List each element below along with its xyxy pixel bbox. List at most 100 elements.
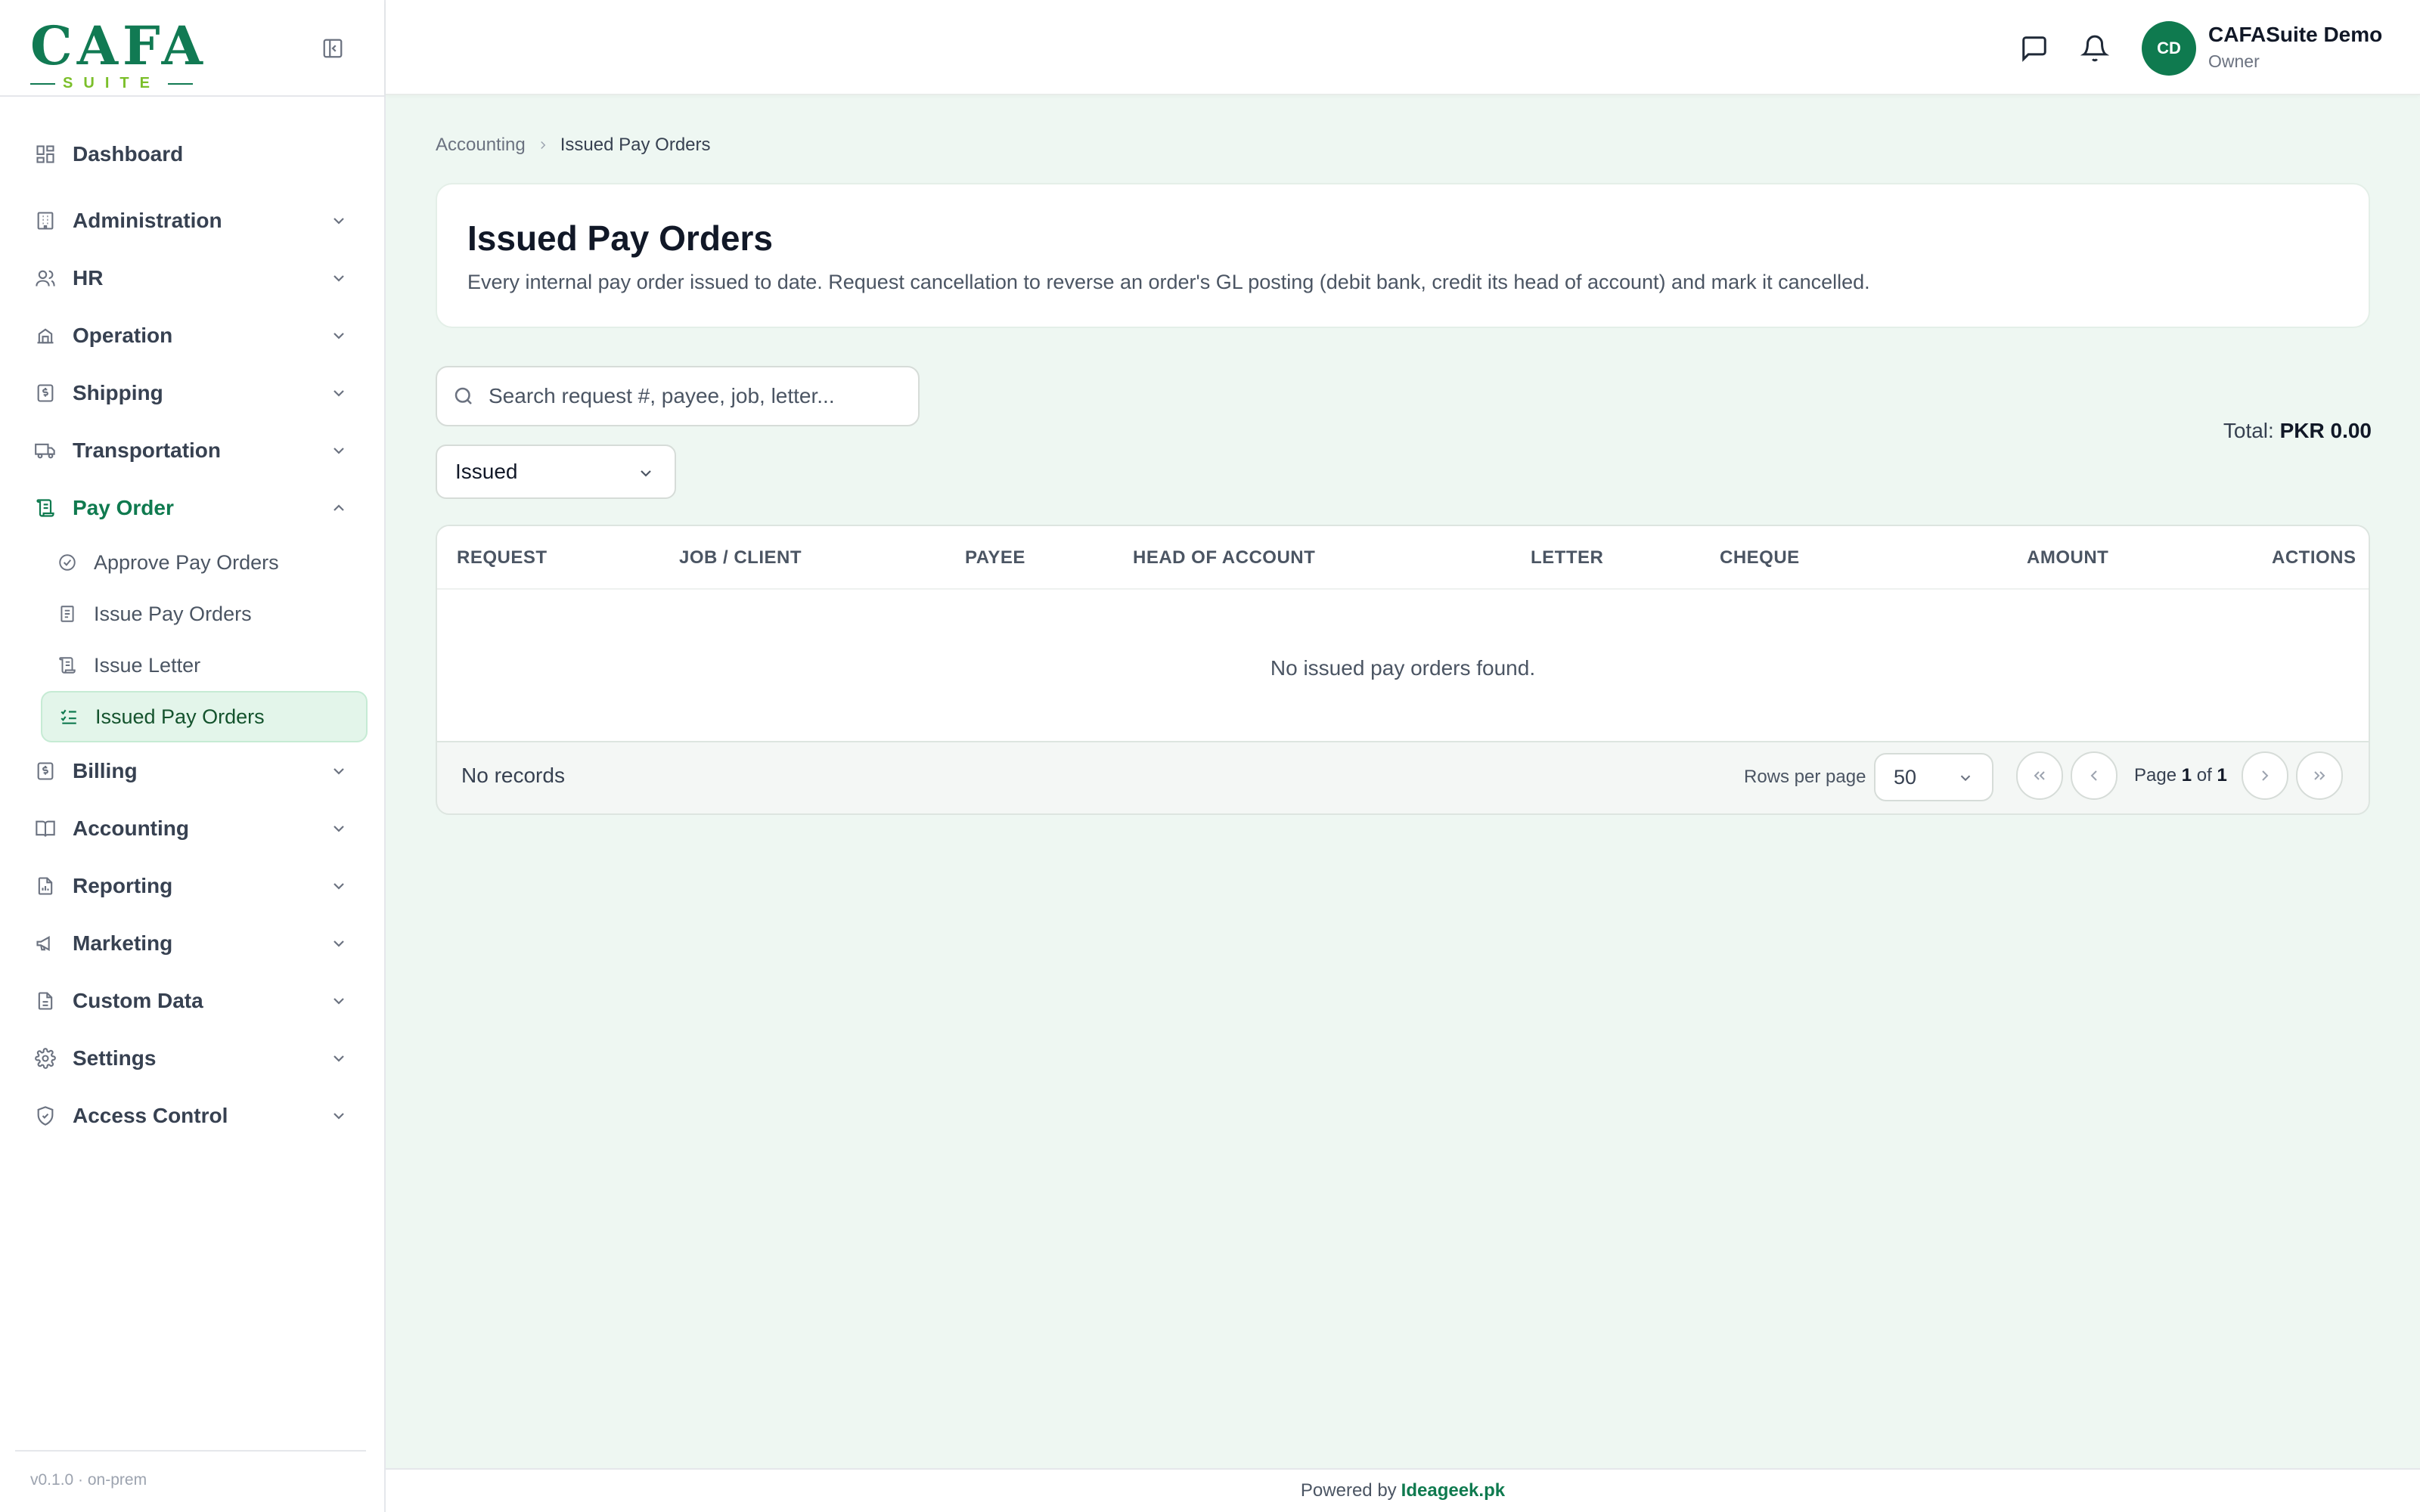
first-page-button[interactable] xyxy=(2016,751,2063,800)
gear-icon xyxy=(33,1046,57,1070)
status-filter-select[interactable]: Issued xyxy=(436,445,676,499)
sidebar-item-accounting[interactable]: Accounting xyxy=(0,800,384,857)
table-header-row: REQUEST JOB / CLIENT PAYEE HEAD OF ACCOU… xyxy=(437,526,2369,590)
chevron-down-icon xyxy=(334,448,344,454)
footer-prefix: Powered by xyxy=(1300,1480,1397,1501)
column-header-request[interactable]: REQUEST xyxy=(457,547,548,569)
chevron-down-icon xyxy=(334,1113,344,1120)
rows-per-page-label: Rows per page xyxy=(1744,767,1866,787)
sidebar-item-label: Operation xyxy=(73,324,173,347)
breadcrumb-current: Issued Pay Orders xyxy=(560,135,711,155)
page-description: Every internal pay order issued to date.… xyxy=(467,271,1870,293)
logo-text: CAFA xyxy=(30,14,207,77)
user-name[interactable]: CAFASuite Demo xyxy=(2208,23,2382,47)
breadcrumb-accounting-link[interactable]: Accounting xyxy=(436,135,526,156)
sidebar-subitem-issue-letter[interactable]: Issue Letter xyxy=(41,640,368,691)
search-box[interactable] xyxy=(436,366,920,426)
ideageek-link[interactable]: Ideageek.pk xyxy=(1401,1480,1505,1501)
sidebar-item-label: Billing xyxy=(73,759,138,782)
sidebar-subitem-label: Approve Pay Orders xyxy=(94,550,279,574)
chevron-down-icon xyxy=(334,218,344,225)
sidebar-item-shipping[interactable]: Shipping xyxy=(0,364,384,422)
sidebar-item-label: Marketing xyxy=(73,931,173,955)
sidebar-item-access-control[interactable]: Access Control xyxy=(0,1087,384,1145)
panel-left-icon xyxy=(323,39,343,58)
sidebar-item-label: Reporting xyxy=(73,874,173,897)
sidebar-subitem-approve-pay-orders[interactable]: Approve Pay Orders xyxy=(41,537,368,588)
sidebar-subitem-issue-pay-orders[interactable]: Issue Pay Orders xyxy=(41,588,368,640)
sidebar-item-label: Administration xyxy=(73,209,222,232)
sidebar-item-label: Accounting xyxy=(73,816,189,840)
messages-button[interactable] xyxy=(2019,33,2049,64)
sidebar-subitem-label: Issue Pay Orders xyxy=(94,602,252,625)
sidebar-item-marketing[interactable]: Marketing xyxy=(0,915,384,972)
sidebar-item-hr[interactable]: HR xyxy=(0,249,384,307)
message-square-icon xyxy=(2022,36,2046,62)
list-checks-icon xyxy=(59,707,79,727)
sidebar-item-administration[interactable]: Administration xyxy=(0,192,384,249)
chevron-left-icon xyxy=(2090,770,2097,781)
next-page-button[interactable] xyxy=(2242,751,2288,800)
sidebar-item-settings[interactable]: Settings xyxy=(0,1030,384,1087)
search-input[interactable] xyxy=(489,384,912,408)
topbar: CD CAFASuite Demo Owner xyxy=(386,0,2420,95)
main-content: Accounting Issued Pay Orders Issued Pay … xyxy=(386,95,2420,1468)
sidebar-subitem-label: Issue Letter xyxy=(94,653,201,677)
file-text-icon xyxy=(57,604,77,624)
logo-subtext: SUITE xyxy=(30,75,193,92)
chevron-down-icon xyxy=(334,883,344,890)
sidebar-subitem-issued-pay-orders[interactable]: Issued Pay Orders xyxy=(41,691,368,742)
truck-icon xyxy=(33,438,57,463)
brand-header: CAFA SUITE xyxy=(0,0,384,97)
current-page: 1 xyxy=(2181,765,2192,785)
chevron-down-icon xyxy=(334,275,344,282)
column-header-letter[interactable]: LETTER xyxy=(1531,547,1603,569)
chevron-down-icon xyxy=(334,390,344,397)
sidebar-item-label: Shipping xyxy=(73,381,163,404)
sidebar-nav: Dashboard Administration HR Operation Sh… xyxy=(0,97,384,1145)
column-header-actions: ACTIONS xyxy=(2272,547,2356,568)
sidebar-item-dashboard[interactable]: Dashboard xyxy=(0,125,384,183)
sidebar-collapse-button[interactable] xyxy=(321,36,345,60)
sidebar-item-custom-data[interactable]: Custom Data xyxy=(0,972,384,1030)
sidebar-item-pay-order[interactable]: Pay Order xyxy=(0,479,384,537)
chevrons-left-icon xyxy=(2034,771,2045,780)
chevron-down-icon xyxy=(1960,775,1971,782)
chevron-down-icon xyxy=(334,1055,344,1062)
total-value: PKR 0.00 xyxy=(2279,419,2372,442)
chevron-down-icon xyxy=(334,940,344,947)
cafa-suite-logo[interactable]: CAFA SUITE xyxy=(30,16,203,92)
sidebar-item-billing[interactable]: Billing xyxy=(0,742,384,800)
column-header-payee[interactable]: PAYEE xyxy=(965,547,1025,569)
previous-page-button[interactable] xyxy=(2071,751,2118,800)
total-label: Total: xyxy=(2223,419,2274,442)
page-word: Page xyxy=(2134,765,2177,785)
chevron-down-icon xyxy=(334,333,344,339)
sidebar-item-operation[interactable]: Operation xyxy=(0,307,384,364)
users-icon xyxy=(33,266,57,290)
sidebar-item-label: Dashboard xyxy=(73,142,184,166)
column-header-job-client[interactable]: JOB / CLIENT xyxy=(679,547,802,569)
last-page-button[interactable] xyxy=(2296,751,2343,800)
chevron-down-icon xyxy=(334,768,344,775)
sidebar-item-label: HR xyxy=(73,266,104,290)
column-header-cheque[interactable]: CHEQUE xyxy=(1720,547,1800,569)
chevron-right-icon xyxy=(2262,770,2269,781)
page-header-card: Issued Pay Orders Every internal pay ord… xyxy=(436,183,2370,328)
avatar[interactable]: CD xyxy=(2142,21,2196,76)
of-word: of xyxy=(2196,765,2212,785)
bell-icon xyxy=(2080,35,2109,62)
report-icon xyxy=(33,874,57,898)
page-title: Issued Pay Orders xyxy=(467,218,773,258)
column-header-amount[interactable]: AMOUNT xyxy=(2027,547,2108,569)
sidebar-item-transportation[interactable]: Transportation xyxy=(0,422,384,479)
sidebar-item-label: Access Control xyxy=(73,1104,228,1127)
sidebar-item-reporting[interactable]: Reporting xyxy=(0,857,384,915)
dashboard-icon xyxy=(33,142,57,166)
scroll-icon xyxy=(33,496,57,520)
billing-icon xyxy=(33,759,57,783)
column-header-head-of-account[interactable]: HEAD OF ACCOUNT xyxy=(1133,547,1315,569)
megaphone-icon xyxy=(33,931,57,956)
notifications-button[interactable] xyxy=(2080,33,2110,64)
rows-per-page-select[interactable]: 50 xyxy=(1874,753,1993,801)
